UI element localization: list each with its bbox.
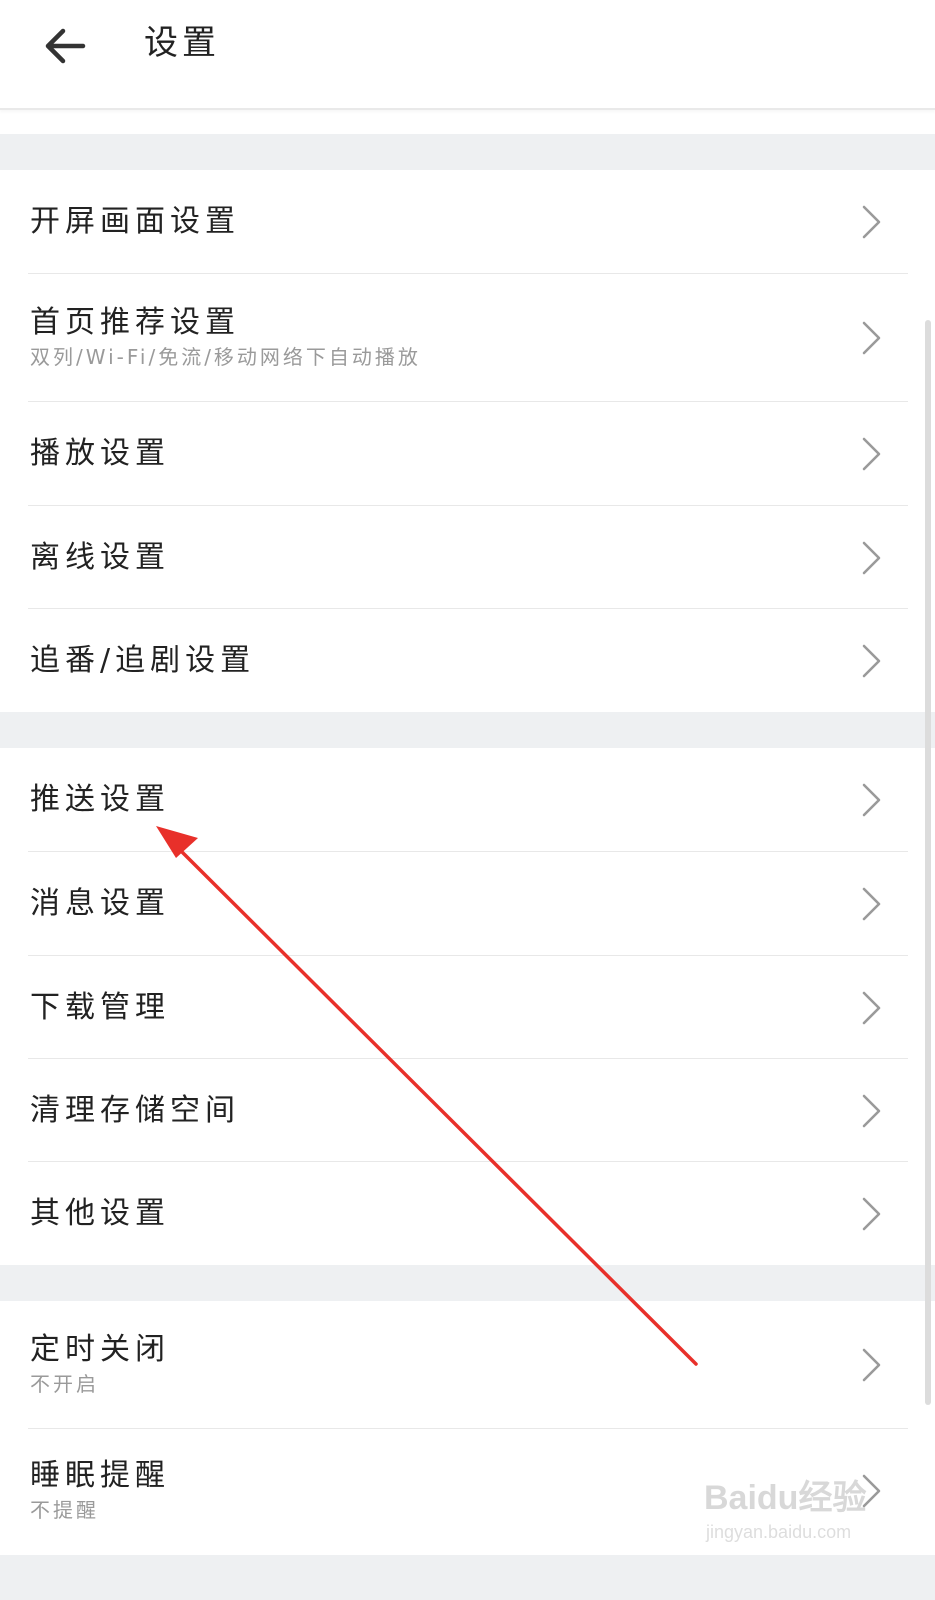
settings-item-playback[interactable]: 播放设置 <box>0 402 935 506</box>
settings-item-clear-storage[interactable]: 清理存储空间 <box>0 1059 935 1162</box>
top-app-bar: 设置 <box>0 0 935 110</box>
chevron-right-icon <box>862 1197 881 1231</box>
settings-item-label: 其他设置 <box>30 1196 170 1231</box>
settings-item-label: 开屏画面设置 <box>30 204 240 239</box>
settings-item-subtitle: 不提醒 <box>30 1498 99 1522</box>
section-gap <box>0 1555 935 1600</box>
settings-item-other[interactable]: 其他设置 <box>0 1162 935 1265</box>
scrollbar[interactable] <box>925 320 931 1405</box>
settings-item-label: 追番/追剧设置 <box>30 643 256 678</box>
settings-item-label: 首页推荐设置 <box>30 305 240 340</box>
chevron-right-icon <box>862 1474 881 1508</box>
back-button[interactable] <box>30 14 100 78</box>
chevron-right-icon <box>862 205 881 239</box>
chevron-right-icon <box>862 644 881 678</box>
settings-item-push[interactable]: 推送设置 <box>0 748 935 852</box>
arrow-left-icon <box>45 28 86 64</box>
settings-item-follow-series[interactable]: 追番/追剧设置 <box>0 609 935 712</box>
chevron-right-icon <box>862 887 881 921</box>
settings-item-label: 睡眠提醒 <box>30 1458 170 1493</box>
settings-item-messages[interactable]: 消息设置 <box>0 852 935 956</box>
settings-item-label: 下载管理 <box>30 990 170 1025</box>
settings-item-label: 推送设置 <box>30 782 170 817</box>
settings-item-subtitle: 双列/Wi-Fi/免流/移动网络下自动播放 <box>30 345 421 369</box>
chevron-right-icon <box>862 1094 881 1128</box>
section-gap <box>0 134 935 170</box>
settings-item-label: 消息设置 <box>30 886 170 921</box>
settings-item-downloads[interactable]: 下载管理 <box>0 956 935 1059</box>
settings-item-label: 清理存储空间 <box>30 1093 240 1128</box>
settings-item-sleep-reminder[interactable]: 睡眠提醒 不提醒 <box>0 1429 935 1555</box>
settings-item-offline[interactable]: 离线设置 <box>0 506 935 609</box>
settings-item-label: 播放设置 <box>30 436 170 471</box>
settings-item-splash-screen[interactable]: 开屏画面设置 <box>0 170 935 274</box>
settings-item-sleep-timer[interactable]: 定时关闭 不开启 <box>0 1301 935 1429</box>
section-gap <box>0 712 935 748</box>
settings-item-label: 定时关闭 <box>30 1332 170 1367</box>
page-title: 设置 <box>144 23 220 63</box>
chevron-right-icon <box>862 991 881 1025</box>
settings-item-subtitle: 不开启 <box>30 1372 99 1396</box>
chevron-right-icon <box>862 321 881 355</box>
chevron-right-icon <box>862 1348 881 1382</box>
section-gap <box>0 1265 935 1301</box>
settings-item-home-recommend[interactable]: 首页推荐设置 双列/Wi-Fi/免流/移动网络下自动播放 <box>0 274 935 402</box>
chevron-right-icon <box>862 783 881 817</box>
settings-item-label: 离线设置 <box>30 540 170 575</box>
chevron-right-icon <box>862 541 881 575</box>
chevron-right-icon <box>862 437 881 471</box>
